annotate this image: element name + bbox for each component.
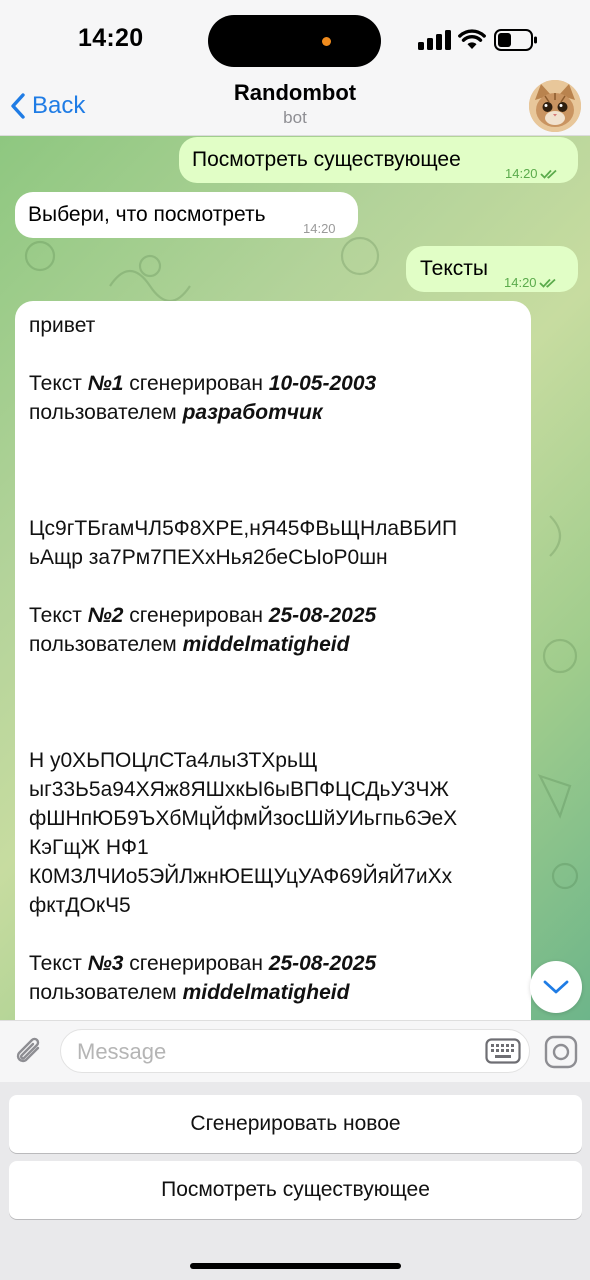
greeting-text: привет — [29, 314, 96, 337]
text-entry-3: Текст №3 сгенерирован 25-08-2025 пользов… — [29, 949, 517, 1007]
incoming-message[interactable]: Выбери, что посмотреть 14:20 — [15, 192, 358, 238]
status-bar: 14:20 — [0, 0, 590, 80]
message-text: Выбери, что посмотреть — [28, 203, 266, 226]
battery-icon — [494, 29, 537, 51]
double-check-icon — [538, 278, 556, 288]
text-entry-1: Текст №1 сгенерирован 10-05-2003 пользов… — [29, 369, 517, 572]
wifi-icon — [458, 29, 486, 49]
entry-user: разработчик — [182, 401, 323, 424]
entry-date: 10-05-2003 — [268, 372, 377, 395]
entry-by: пользователем — [29, 401, 183, 424]
entry-user: middelmatigheid — [182, 633, 350, 656]
entry-date: 25-08-2025 — [268, 952, 377, 975]
cellular-signal-icon — [418, 30, 452, 50]
entry-body-line: ьАщр за7Рм7ПЕХхНья2беСЫоР0шн — [29, 546, 388, 569]
entry-prefix: Текст — [29, 372, 88, 395]
home-indicator[interactable] — [190, 1263, 401, 1269]
generate-new-button[interactable]: Сгенерировать новое — [9, 1095, 582, 1153]
entry-prefix: Текст — [29, 952, 88, 975]
incoming-message-texts-list[interactable]: привет Текст №1 сгенерирован 10-05-2003 … — [15, 301, 531, 1020]
message-meta: 14:20 — [505, 159, 560, 188]
bot-avatar[interactable] — [529, 80, 581, 132]
chat-subtitle: bot — [283, 108, 307, 127]
bot-reply-keyboard: Сгенерировать новое Посмотреть существую… — [0, 1082, 590, 1280]
message-time: 14:20 — [505, 166, 538, 181]
entry-number: №1 — [87, 372, 124, 395]
entry-user: middelmatigheid — [182, 981, 350, 1004]
paperclip-icon[interactable] — [14, 1035, 46, 1069]
chat-header: Back Randombot bot — [0, 80, 590, 136]
entry-number: №3 — [87, 952, 124, 975]
text-entry-2: Текст №2 сгенерирован 25-08-2025 пользов… — [29, 601, 517, 920]
message-field — [60, 1029, 530, 1073]
keyboard-icon[interactable] — [485, 1038, 521, 1064]
privacy-indicator-icon — [322, 37, 331, 46]
entry-by: пользователем — [29, 633, 183, 656]
entry-body-line: КэГщЖ НФ1 — [29, 836, 149, 859]
message-input[interactable] — [77, 1039, 477, 1065]
entry-body-line: К0МЗЛЧИо5ЭЙЛжнЮЕЩУцУАФ69ЙяЙ7иХх — [29, 865, 453, 888]
message-list[interactable]: Посмотреть существующее 14:20 Выбери, чт… — [0, 136, 590, 1020]
entry-mid: сгенерирован — [123, 952, 269, 975]
outgoing-message[interactable]: Посмотреть существующее 14:20 — [179, 137, 578, 183]
scroll-to-bottom-button[interactable] — [530, 961, 582, 1013]
entry-body-line: Н у0ХЬПОЦлСТа4лыЗТХрьЩ — [29, 749, 318, 772]
entry-body-line: ыг33Ь5а94ХЯж8ЯШхкЫ6ыВПФЦСДьУ3ЧЖ — [29, 778, 449, 801]
entry-number: №2 — [87, 604, 124, 627]
message-input-bar — [0, 1020, 590, 1082]
message-text: Тексты — [420, 257, 488, 280]
message-time: 14:20 — [303, 221, 336, 236]
message-meta: 14:20 — [504, 268, 559, 297]
dynamic-island — [208, 15, 381, 67]
entry-body-line: фШНпЮБ9ЪХбМцЙфмЙзосШйУИьгпь6ЭеХ — [29, 807, 458, 830]
entry-mid: сгенерирован — [123, 372, 269, 395]
view-existing-button[interactable]: Посмотреть существующее — [9, 1161, 582, 1219]
entry-by: пользователем — [29, 981, 183, 1004]
outgoing-message[interactable]: Тексты 14:20 — [406, 246, 578, 292]
message-time: 14:20 — [504, 275, 537, 290]
chevron-down-icon — [543, 980, 569, 994]
chat-title[interactable]: Randombot — [0, 80, 590, 106]
entry-date: 25-08-2025 — [268, 604, 377, 627]
camera-icon[interactable] — [544, 1035, 578, 1069]
entry-body-line: Цс9гТБгамЧЛ5Ф8ХРЕ,нЯ45ФВьЩНлаВБИП — [29, 517, 458, 540]
entry-prefix: Текст — [29, 604, 88, 627]
entry-body-line: фктДОкЧ5 — [29, 894, 131, 917]
entry-mid: сгенерирован — [123, 604, 269, 627]
double-check-icon — [539, 169, 557, 179]
message-text: Посмотреть существующее — [192, 148, 461, 171]
status-time: 14:20 — [78, 24, 144, 52]
